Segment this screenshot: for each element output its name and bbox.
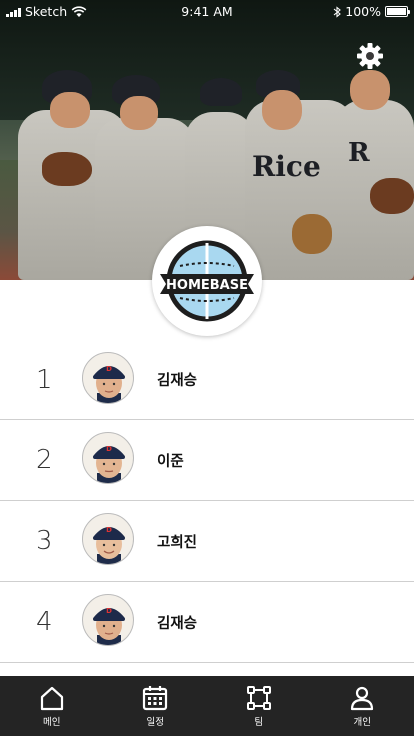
rank-number: 3: [36, 526, 53, 556]
svg-text:D: D: [106, 365, 112, 373]
list-item[interactable]: 4 D 김재승: [0, 582, 414, 663]
rank-number: 2: [36, 445, 53, 475]
person-icon: [351, 686, 374, 711]
status-bar: Sketch 9:41 AM 100%: [0, 0, 414, 22]
gear-icon: [357, 43, 383, 69]
list-item[interactable]: 1 D 김재승: [0, 340, 414, 420]
tab-schedule[interactable]: 일정: [104, 676, 208, 736]
tab-label: 일정: [146, 717, 164, 728]
avatar: D: [82, 352, 134, 404]
team-icon: [246, 686, 271, 710]
avatar: D: [82, 513, 134, 565]
svg-text:D: D: [106, 445, 112, 453]
battery-percent: 100%: [345, 4, 381, 19]
tab-team[interactable]: 팀: [207, 676, 311, 736]
bluetooth-icon: [333, 5, 342, 18]
rank-number: 1: [36, 364, 53, 395]
tab-personal[interactable]: 개인: [311, 676, 414, 736]
avatar: D: [82, 432, 134, 484]
tab-main[interactable]: 메인: [0, 676, 104, 736]
member-name: 고희진: [157, 534, 198, 551]
calendar-icon: [143, 686, 168, 711]
tab-label: 메인: [43, 717, 61, 728]
svg-text:D: D: [106, 607, 112, 615]
homebase-logo: HOMEBASE: [160, 240, 254, 322]
avatar: D: [82, 594, 134, 646]
list-item[interactable]: 2 D 이준: [0, 420, 414, 501]
settings-button[interactable]: [356, 42, 384, 70]
member-list: 1 D 김재승 2 D 이준 3 D 고희진 4 D 김재승: [0, 340, 414, 663]
team-logo: HOMEBASE: [152, 226, 262, 336]
tab-label: 개인: [353, 717, 371, 728]
member-name: 김재승: [157, 373, 198, 389]
home-icon: [40, 686, 63, 711]
battery-icon: [385, 6, 410, 17]
jersey-lettering: Rice: [252, 150, 321, 183]
rank-number: 4: [36, 607, 53, 637]
member-name: 이준: [157, 453, 184, 470]
tab-label: 팀: [254, 717, 264, 728]
svg-text:D: D: [106, 526, 112, 534]
list-item[interactable]: 3 D 고희진: [0, 501, 414, 582]
logo-text: HOMEBASE: [166, 278, 248, 293]
tab-bar: 메인 일정 팀 개인: [0, 676, 414, 736]
member-name: 김재승: [157, 615, 198, 632]
